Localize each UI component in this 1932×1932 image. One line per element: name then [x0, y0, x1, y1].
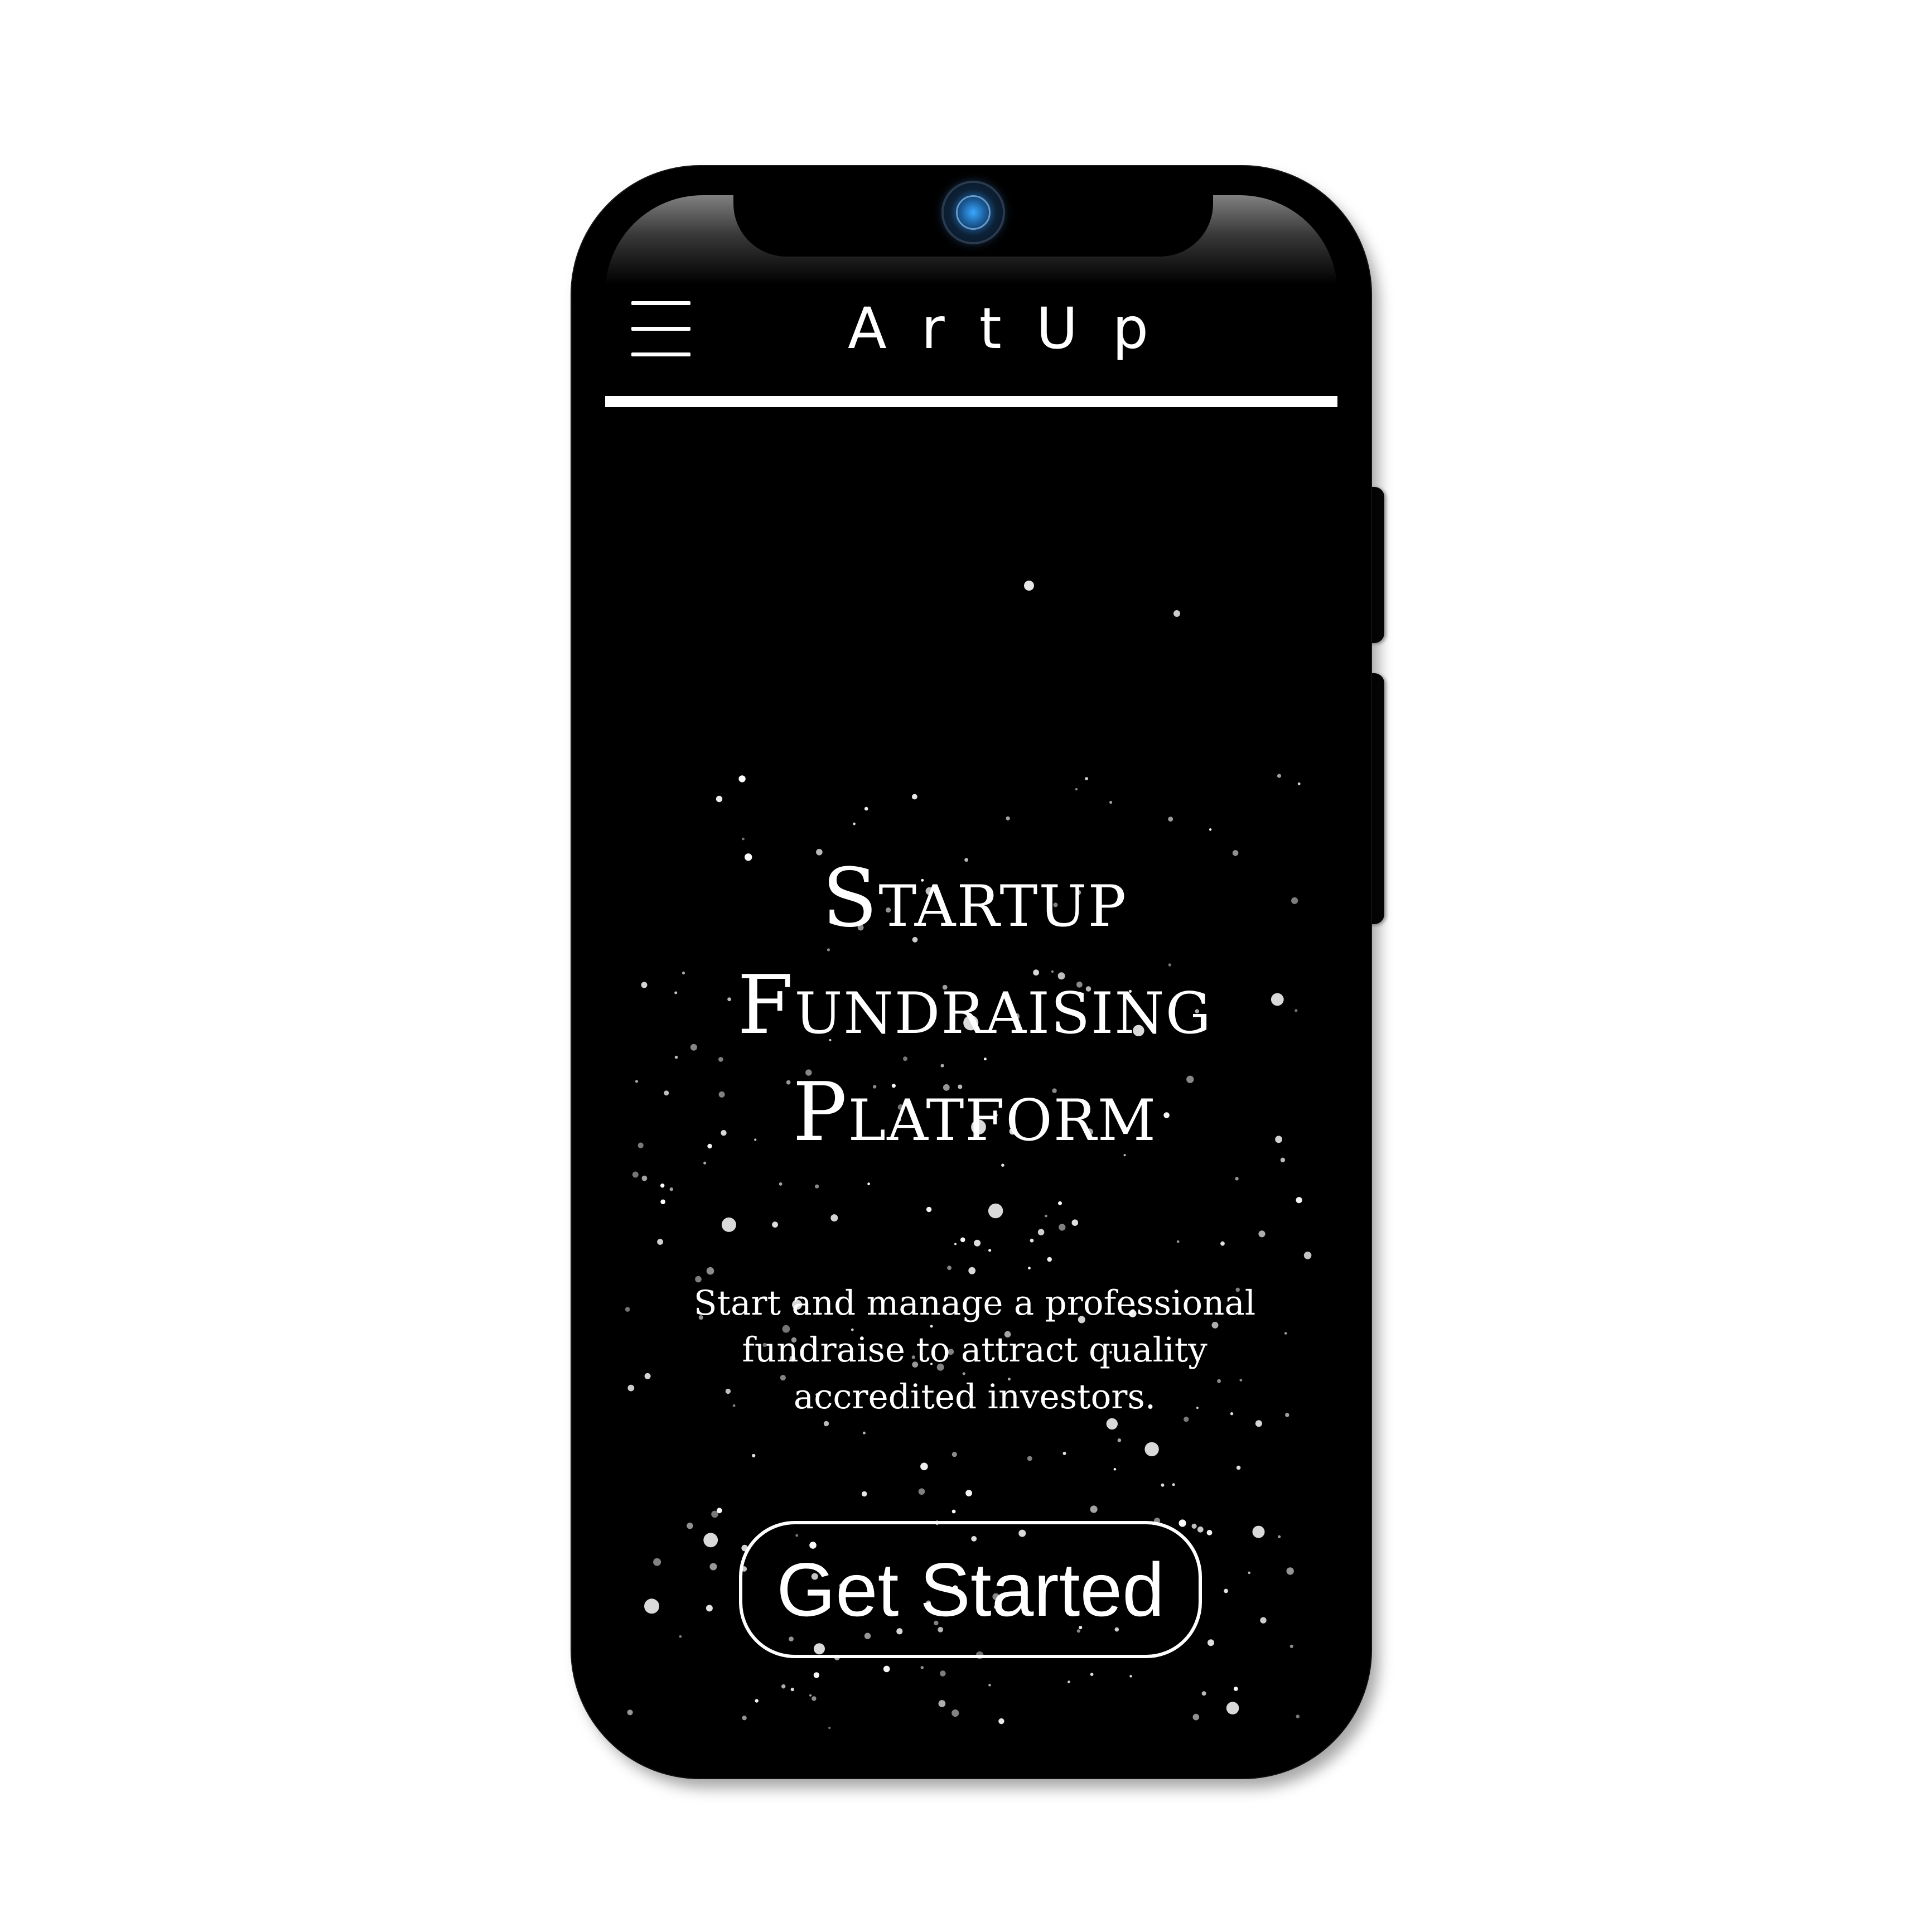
header-divider [605, 396, 1337, 407]
hero-title-line: Startup [822, 851, 1128, 945]
hero-subtitle-line: fundraise to attract quality [742, 1330, 1208, 1370]
hero-subtitle: Start and manage a professional fundrais… [655, 1280, 1294, 1421]
hero-subtitle-line: accredited investors. [793, 1377, 1156, 1417]
hero-subtitle-line: Start and manage a professional [693, 1283, 1256, 1323]
brand-logo-text[interactable]: ArtUp [848, 293, 1216, 365]
menu-line [631, 301, 690, 305]
hamburger-menu-icon[interactable] [631, 301, 690, 357]
get-started-button[interactable]: Get Started [739, 1521, 1202, 1658]
hero-title-line: Platform [792, 1065, 1157, 1160]
menu-line [631, 352, 690, 356]
mockup-canvas: ArtUp Startup Fundraising Platform Start… [0, 0, 1932, 1932]
menu-line [631, 327, 690, 331]
hero-title-line: Fundraising [737, 958, 1213, 1052]
front-camera-icon [944, 183, 1003, 242]
hero-title: Startup Fundraising Platform [661, 845, 1288, 1166]
